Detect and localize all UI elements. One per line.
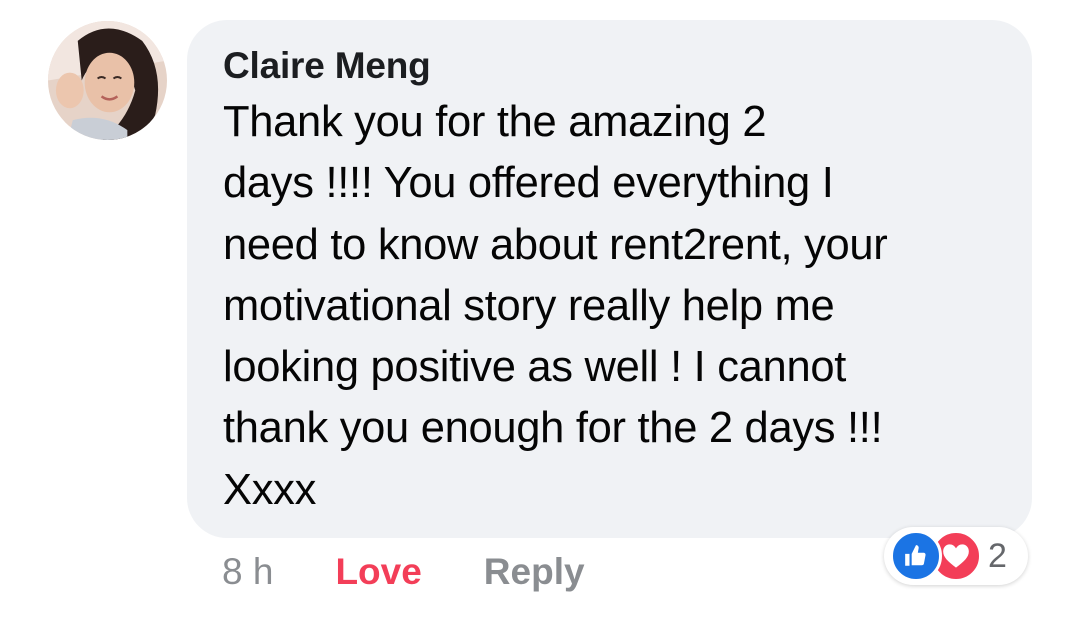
comment-timestamp[interactable]: 8 h [222, 548, 273, 596]
reaction-count: 2 [988, 537, 1007, 575]
author-avatar[interactable] [48, 21, 167, 140]
comment-bubble: Claire Meng Thank you for the amazing 2 … [187, 20, 1032, 538]
comment-author-name[interactable]: Claire Meng [223, 42, 996, 90]
avatar-photo [48, 21, 167, 140]
comment-text-line: looking positive as well ! I cannot [223, 343, 847, 392]
comment-text-line: Xxxx [223, 465, 317, 514]
like-icon [890, 530, 942, 582]
comment-text-line: need to know about rent2rent, your [223, 220, 888, 269]
reply-button[interactable]: Reply [484, 548, 585, 596]
reactions-summary[interactable]: 2 [884, 527, 1028, 585]
love-button[interactable]: Love [335, 548, 421, 596]
comment-actions: 8 h Love Reply [222, 548, 585, 596]
comment-text-line: motivational story really help me [223, 281, 835, 330]
comment-text-line: Thank you for the amazing 2 [223, 98, 767, 146]
comment-text-line: thank you enough for the 2 days !!! [223, 404, 883, 453]
comment-text: Thank you for the amazing 2 days !!!! Yo… [223, 92, 996, 521]
comment-text-line: days !!!! You offered everything I [223, 159, 834, 208]
